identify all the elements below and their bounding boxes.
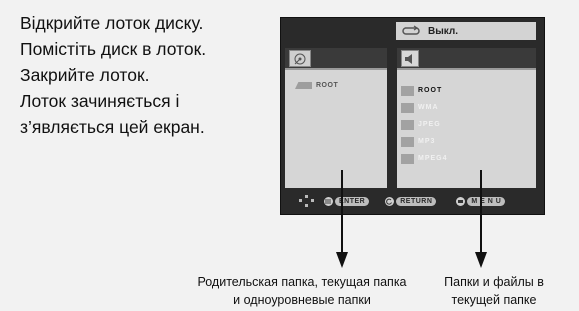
list-item-label: ROOT [418, 87, 443, 94]
left-callout-line [341, 170, 343, 256]
instruction-line: Закрийте лоток. [20, 65, 150, 85]
music-note-icon [401, 50, 419, 67]
instructions-text: Відкрийте лоток диску. Помістіть диск в … [20, 10, 270, 140]
caption-line: Родительская папка, текущая папка [197, 275, 407, 289]
list-item-label: MP3 [418, 138, 436, 145]
folder-icon [401, 85, 414, 96]
repeat-icon [400, 25, 422, 37]
list-item[interactable]: ROOT [401, 82, 448, 99]
folder-icon [401, 153, 414, 164]
caption-line: Папки и файлы в [444, 275, 544, 289]
return-hint: RETURN [385, 196, 437, 206]
folder-icon [401, 136, 414, 147]
enter-hint: ENTER [324, 196, 370, 206]
list-item[interactable]: MP3 [401, 133, 448, 150]
file-list-pane: ROOT WMA JPEG MP3 MPEG4 [397, 48, 536, 188]
instruction-line: Лоток зачиняється і [20, 91, 180, 111]
right-callout-line [480, 170, 482, 256]
instruction-line: з’являється цей екран. [20, 117, 205, 137]
folder-tree-header [285, 48, 387, 70]
repeat-mode-value: Выкл. [428, 25, 459, 37]
right-callout-arrowhead [475, 252, 487, 268]
left-caption: Родительская папка, текущая папка и одно… [170, 273, 434, 309]
return-label: RETURN [396, 196, 437, 206]
return-icon [385, 196, 395, 206]
open-folder-icon [295, 82, 312, 89]
folder-icon [401, 119, 414, 130]
right-caption: Папки и файлы в текущей папке [428, 273, 560, 309]
folder-tree-pane: ROOT [285, 48, 387, 188]
list-item-label: JPEG [418, 121, 441, 128]
menu-icon [456, 196, 466, 206]
list-item[interactable]: WMA [401, 99, 448, 116]
list-item-label: MPEG4 [418, 155, 448, 162]
file-list-header [397, 48, 536, 70]
file-list: ROOT WMA JPEG MP3 MPEG4 [401, 82, 448, 167]
repeat-mode-bar[interactable]: Выкл. [396, 22, 536, 40]
menu-label: M E N U [467, 196, 506, 206]
instruction-line: Відкрийте лоток диску. [20, 13, 204, 33]
caption-line: текущей папке [451, 293, 537, 307]
left-callout-arrowhead [336, 252, 348, 268]
disc-icon [289, 50, 311, 67]
list-item-label: WMA [418, 104, 439, 111]
caption-line: и одноуровневые папки [233, 293, 371, 307]
button-hint-bar: ENTER RETURN M E N U [285, 194, 536, 208]
folder-label: ROOT [316, 82, 339, 89]
osd-screen: Выкл. ROOT ROOT WMA JPEG MP3 MPEG4 ENTER… [280, 17, 545, 215]
enter-icon [324, 196, 333, 206]
folder-tree-root[interactable]: ROOT [295, 82, 338, 89]
folder-icon [401, 102, 414, 113]
instruction-line: Помістіть диск в лоток. [20, 39, 207, 59]
dpad-icon [298, 195, 316, 207]
list-item[interactable]: MPEG4 [401, 150, 448, 167]
list-item[interactable]: JPEG [401, 116, 448, 133]
